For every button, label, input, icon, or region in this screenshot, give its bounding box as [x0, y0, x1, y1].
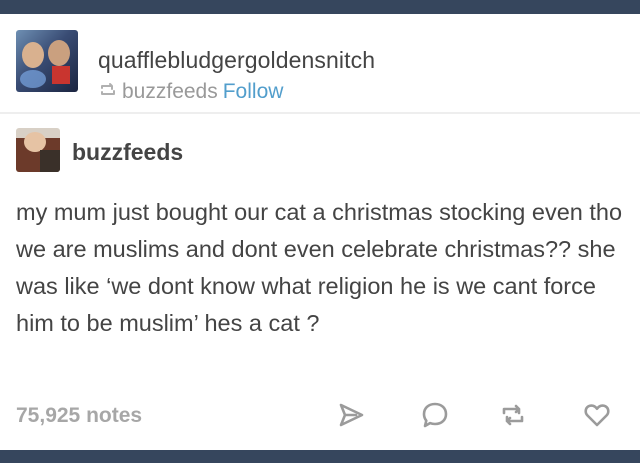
trail-avatar-hair	[40, 150, 60, 172]
trail-avatar-face	[24, 132, 46, 152]
post-body-text: my mum just bought our cat a christmas s…	[16, 199, 623, 336]
avatar-face-left	[22, 42, 44, 68]
blog-avatar[interactable]	[16, 30, 78, 92]
reply-button[interactable]	[420, 400, 450, 430]
reblog-small-icon	[98, 80, 118, 106]
post-card: quafflebludgergoldensnitch buzzfeeds Foll…	[0, 14, 640, 450]
reply-icon	[422, 402, 448, 428]
like-button[interactable]	[582, 400, 612, 430]
share-icon	[339, 403, 364, 427]
avatar-glow	[20, 70, 46, 88]
trail-blog-name[interactable]: buzzfeeds	[72, 139, 183, 166]
like-icon	[584, 404, 610, 427]
dashboard-background: quafflebludgergoldensnitch buzzfeeds Foll…	[0, 0, 640, 463]
avatar-flag	[52, 66, 70, 84]
post-actions	[0, 400, 640, 430]
trail-avatar[interactable]	[16, 128, 60, 172]
post-header: quafflebludgergoldensnitch buzzfeeds Foll…	[16, 30, 616, 103]
reblog-button[interactable]	[498, 400, 528, 430]
reblog-source-name[interactable]: buzzfeeds	[122, 80, 218, 103]
follow-button[interactable]: Follow	[223, 80, 284, 103]
reblog-icon	[502, 404, 524, 426]
header-divider	[0, 112, 640, 114]
share-button[interactable]	[336, 400, 366, 430]
blog-username[interactable]: quafflebludgergoldensnitch	[98, 47, 375, 74]
reblog-source-line: buzzfeeds Follow	[98, 80, 283, 106]
avatar-face-right	[48, 40, 70, 66]
